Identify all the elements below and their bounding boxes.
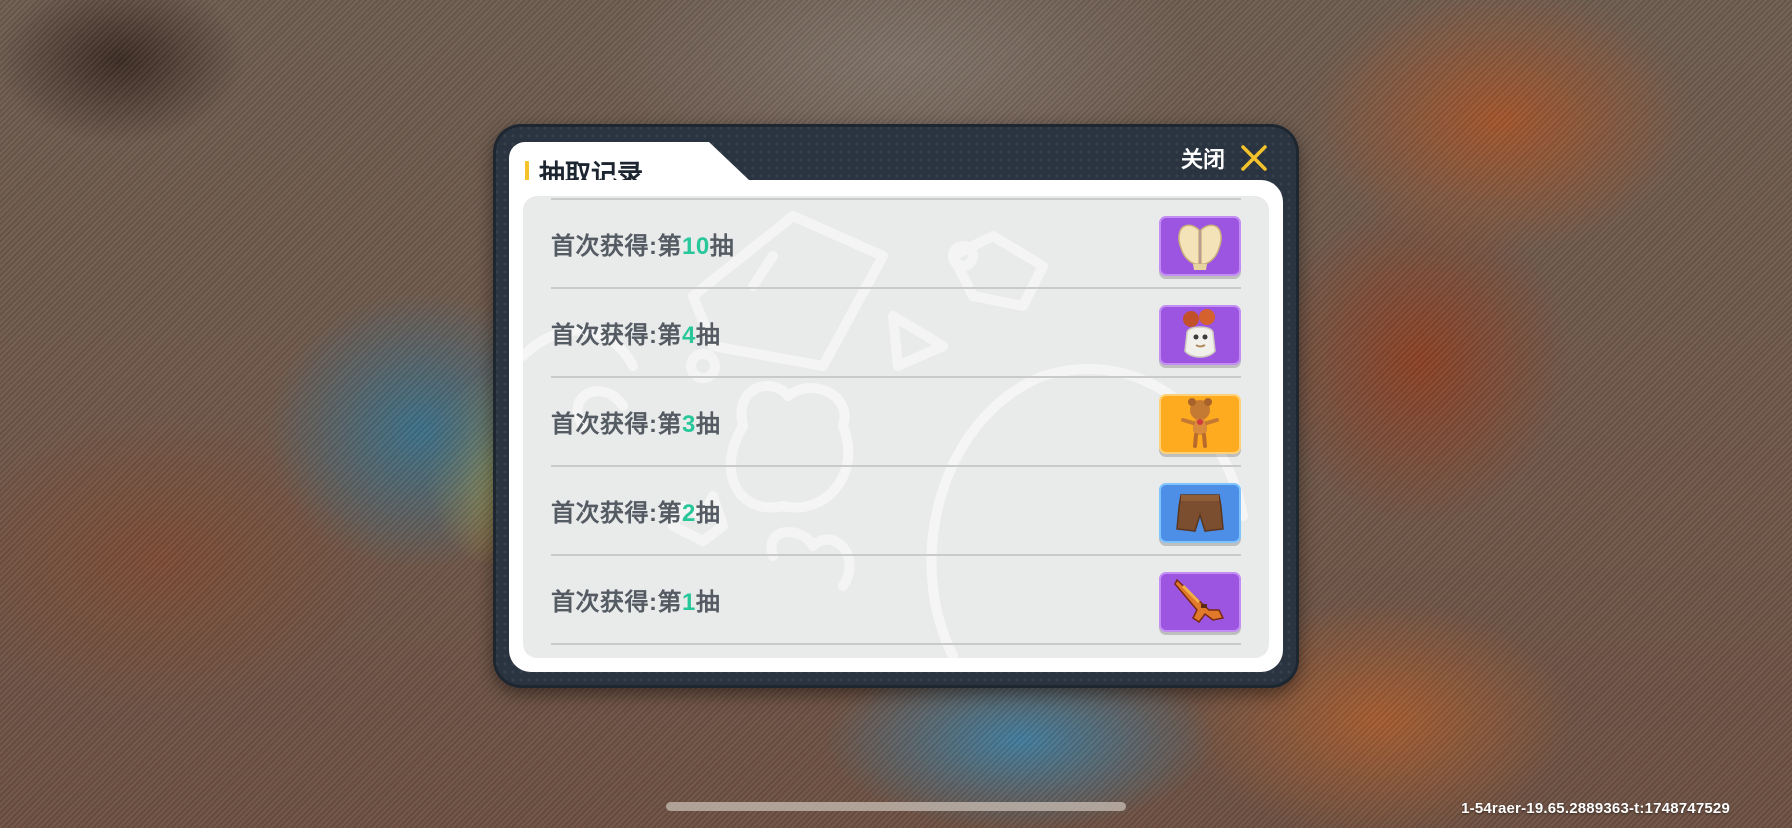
debug-info-text: 1-54raer-19.65.2889363-t:1748747529 [1461, 800, 1730, 817]
content-panel: 首次获得:第10抽 首次获得:第4抽 首次获得:第3抽 首次获得:第2抽 首次获… [509, 180, 1283, 672]
item-slot-teddy-figure[interactable] [1159, 394, 1241, 454]
row-divider [551, 198, 1241, 200]
title-accent-bar [525, 161, 529, 181]
record-text: 首次获得:第4抽 [551, 322, 721, 349]
record-list[interactable]: 首次获得:第10抽 首次获得:第4抽 首次获得:第3抽 首次获得:第2抽 首次获… [523, 196, 1269, 658]
close-icon [1241, 145, 1267, 171]
item-slot-rifle[interactable] [1159, 572, 1241, 632]
teddy-figure-icon [1181, 398, 1219, 448]
item-slot-shorts[interactable] [1159, 483, 1241, 543]
draw-number: 4 [682, 322, 696, 349]
row-divider [551, 376, 1241, 378]
record-text: 首次获得:第1抽 [551, 589, 721, 616]
item-slot-balloon-hat[interactable] [1159, 305, 1241, 365]
record-text: 首次获得:第3抽 [551, 411, 721, 438]
record-row: 首次获得:第4抽 [551, 287, 1241, 376]
record-row: 首次获得:第3抽 [551, 376, 1241, 465]
draw-number: 1 [682, 589, 696, 616]
record-row: 首次获得:第1抽 [551, 554, 1241, 643]
row-divider [551, 554, 1241, 556]
row-divider [551, 643, 1241, 645]
gloves-icon [1178, 224, 1222, 270]
record-text: 首次获得:第2抽 [551, 500, 721, 527]
balloon-hat-icon [1183, 309, 1216, 358]
record-text: 首次获得:第10抽 [551, 233, 735, 260]
close-label: 关闭 [1180, 147, 1225, 172]
record-row: 首次获得:第10抽 [551, 198, 1241, 287]
item-slot-gloves[interactable] [1159, 216, 1241, 276]
row-divider [551, 287, 1241, 289]
close-button[interactable]: 关闭 [1181, 138, 1269, 178]
draw-number: 10 [682, 233, 710, 260]
draw-record-dialog: 抽取记录 关闭 首次获得:第10抽 首次获得:第4抽 首次获得:第3抽 首次获得… [493, 124, 1299, 688]
record-row: 首次获得:第2抽 [551, 465, 1241, 554]
draw-number: 3 [682, 411, 696, 438]
home-indicator[interactable] [666, 802, 1126, 811]
row-divider [551, 465, 1241, 467]
draw-number: 2 [682, 500, 696, 527]
rifle-icon [1174, 578, 1225, 624]
shorts-icon [1176, 494, 1224, 532]
